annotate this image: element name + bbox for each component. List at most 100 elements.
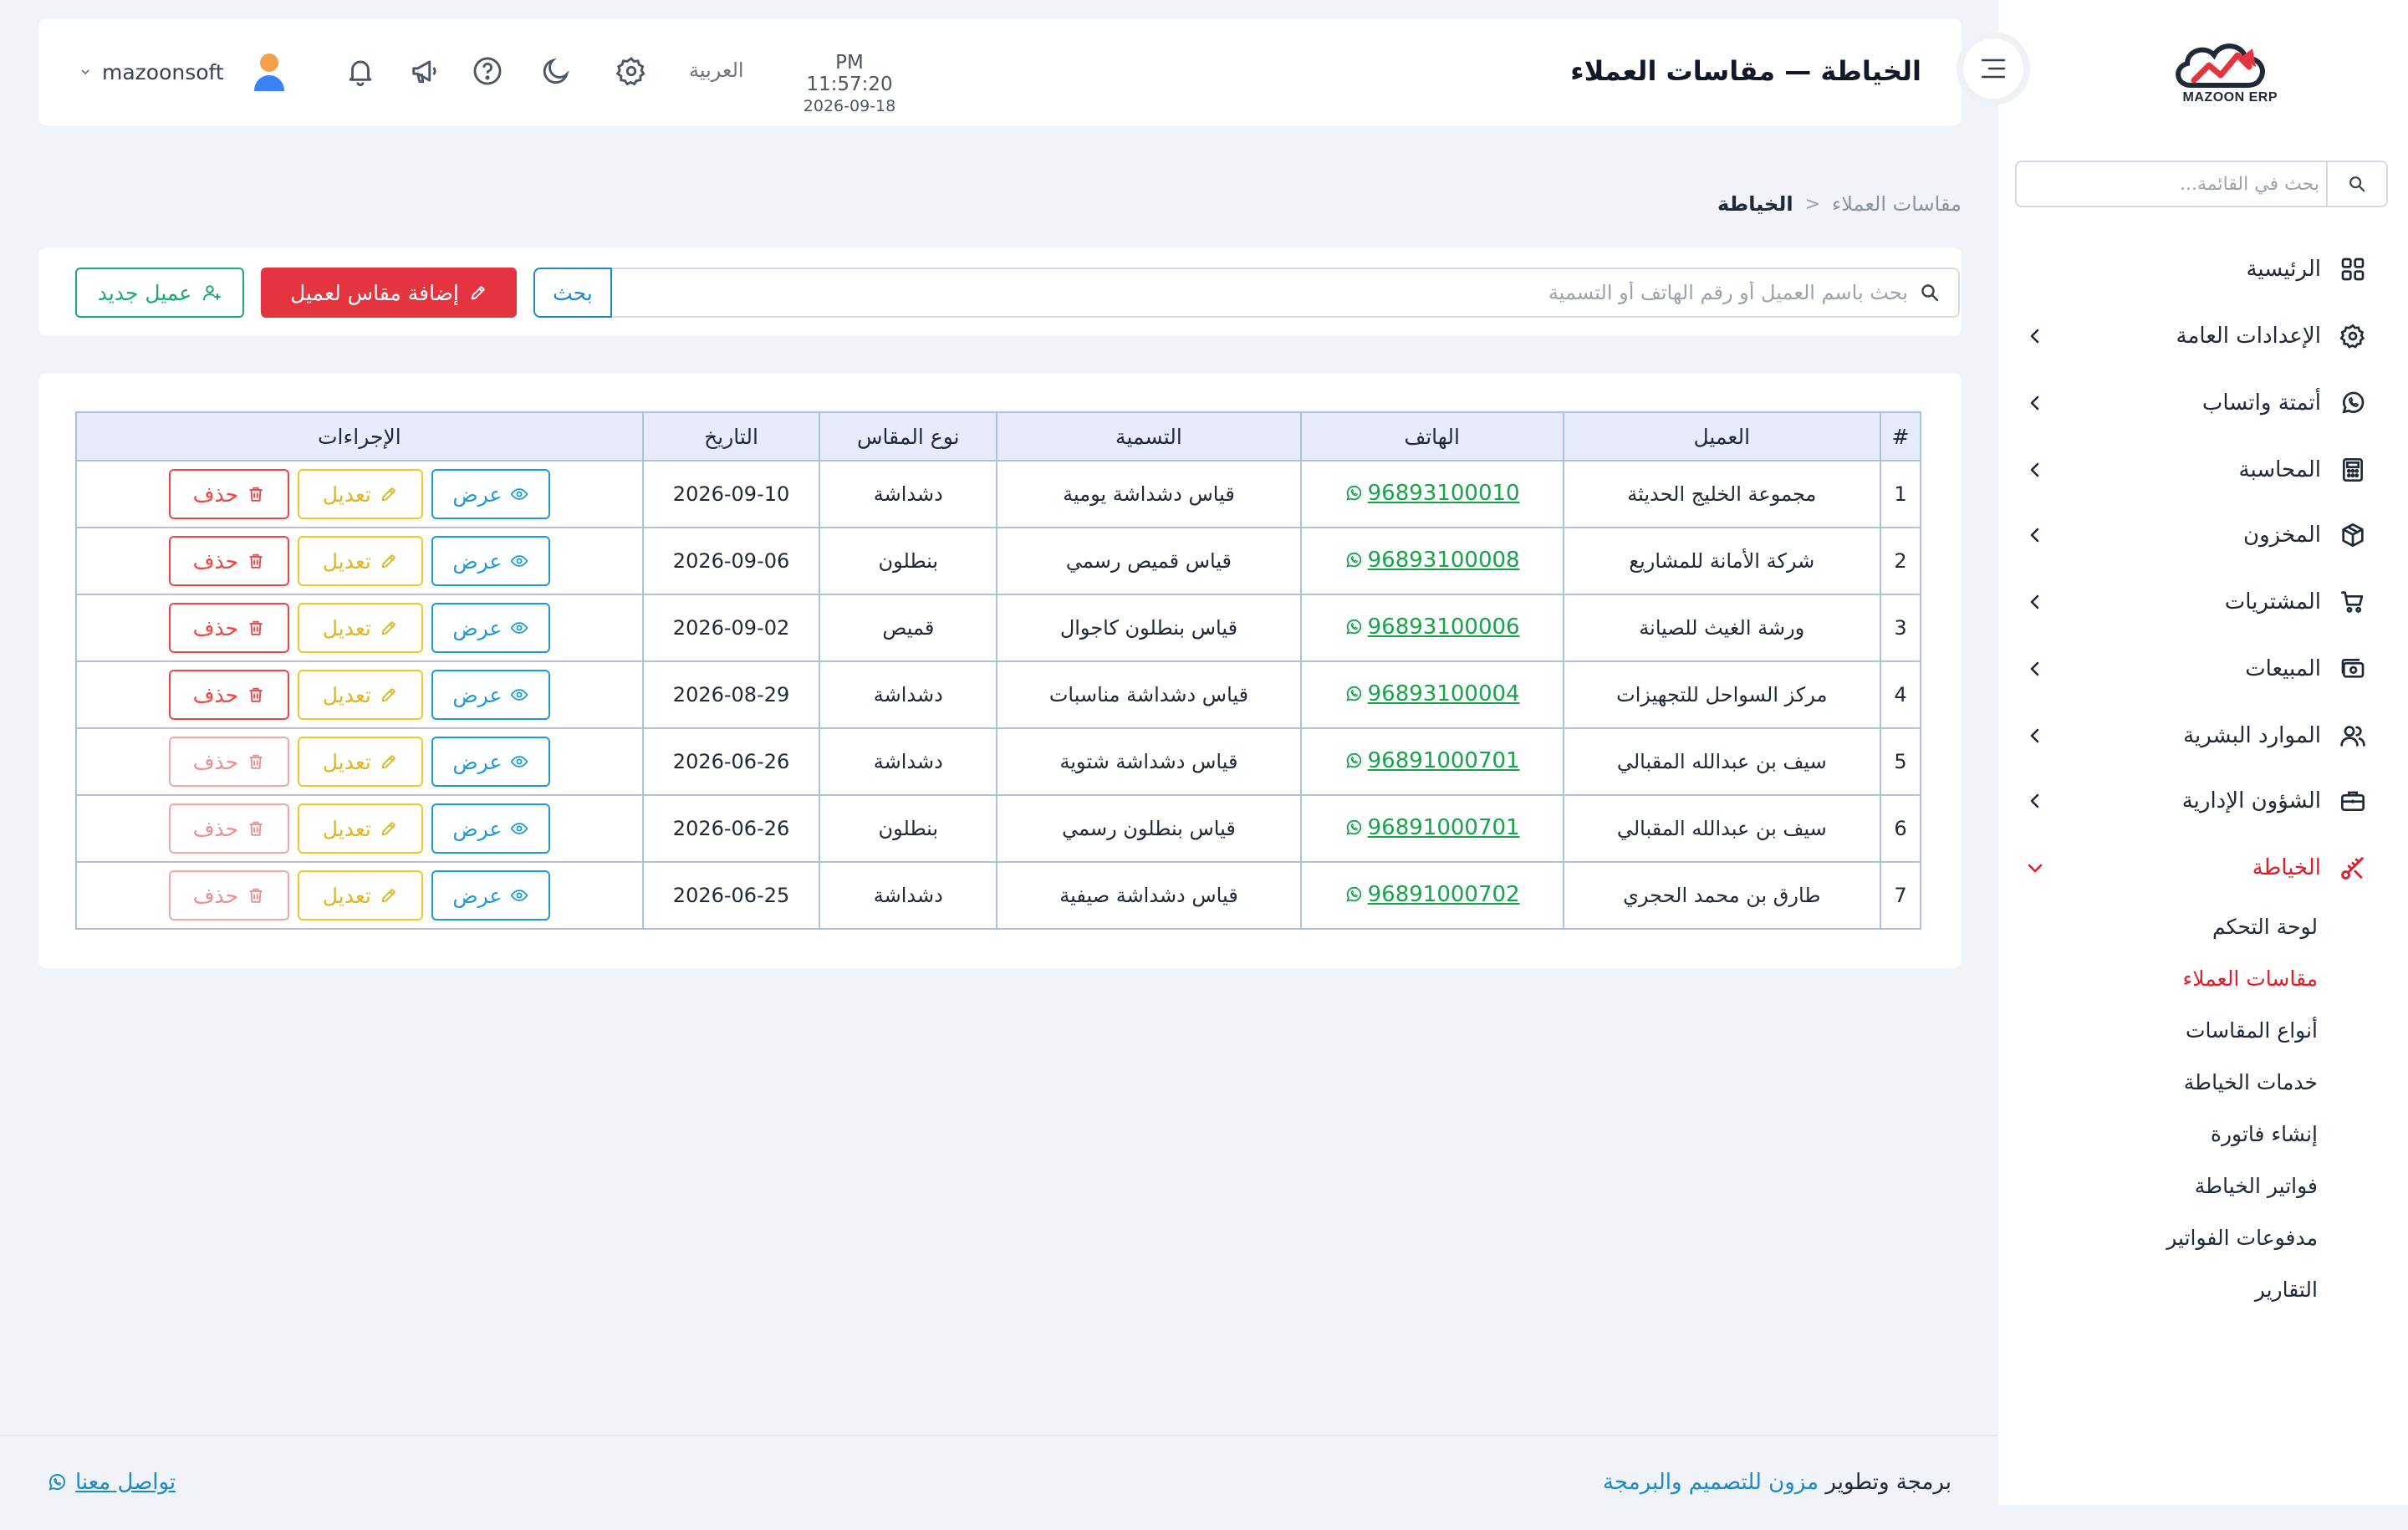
edit-button[interactable]: تعديل [297,536,423,586]
column-header-actions: الإجراءات [75,411,644,462]
view-button[interactable]: عرض [431,870,550,921]
phone-link[interactable]: 96891000701 [1344,748,1520,773]
megaphone-icon[interactable] [406,52,445,90]
view-button[interactable]: عرض [431,737,550,787]
submenu-item-measurement-types[interactable]: أنواع المقاسات [2186,1018,2318,1043]
sidebar-item-label: الإعدادات العامة [2176,324,2321,349]
cell-actions: عرض تعديل حذف [75,660,644,729]
sidebar-item-home[interactable]: الرئيسية [2017,244,2368,294]
cell-client: شركة الأمانة للمشاريع [1562,527,1882,595]
delete-button[interactable]: حذف [168,870,289,921]
sidebar-item-label: الخياطة [2252,855,2321,880]
search-button[interactable]: بحث [533,268,612,318]
delete-label: حذف [192,548,239,574]
submenu-item-dashboard[interactable]: لوحة التحكم [2212,915,2318,939]
view-label: عرض [452,749,503,774]
cell-actions: عرض تعديل حذف [75,460,644,528]
edit-label: تعديل [322,749,371,774]
chevron-down-icon [79,65,92,79]
view-label: عرض [452,883,503,908]
cell-name: قياس دشداشة مناسبات [996,660,1302,729]
view-button[interactable]: عرض [431,536,550,586]
view-button[interactable]: عرض [431,670,550,720]
view-button[interactable]: عرض [431,803,550,854]
briefcase-icon [2338,786,2368,816]
bell-icon[interactable] [341,52,380,90]
breadcrumb-root[interactable]: الخياطة [1717,192,1793,216]
sidebar-item-tailoring[interactable]: الخياطة [2017,843,2368,893]
delete-button[interactable]: حذف [168,737,289,787]
sidebar-item-hr[interactable]: الموارد البشرية [2017,711,2368,761]
sidebar-item-settings[interactable]: الإعدادات العامة [2017,311,2368,361]
moon-icon[interactable] [537,52,575,90]
delete-button[interactable]: حذف [168,803,289,854]
table-row: 4 مركز السواحل للتجهيزات 96893100004 قياس د… [75,660,1921,729]
submenu-item-invoice-payments[interactable]: مدفوعات الفواتير [2166,1226,2318,1250]
whatsapp-icon [1344,752,1363,770]
sidebar-search-input[interactable] [2035,162,2319,206]
sidebar-search[interactable] [2015,161,2388,207]
submenu-item-tailoring-invoices[interactable]: فواتير الخياطة [2195,1174,2318,1198]
search-input[interactable] [654,269,1908,316]
submenu-item-create-invoice[interactable]: إنشاء فاتورة [2211,1122,2318,1146]
sidebar-item-sales[interactable]: المبيعات [2017,644,2368,694]
submenu-item-reports[interactable]: التقارير [2255,1278,2318,1302]
pencil-icon [380,886,398,905]
view-button[interactable]: عرض [431,603,550,653]
sidebar-toggle-button[interactable] [1956,32,2030,105]
cell-index: 5 [1880,727,1921,796]
delete-button[interactable]: حذف [168,536,289,586]
phone-link[interactable]: 96891000702 [1344,882,1520,907]
sidebar-item-purchases[interactable]: المشتريات [2017,577,2368,627]
gear-icon[interactable] [612,52,650,90]
footer: برمجة وتطوير مزون للتصميم والبرمجة تواصل… [0,1435,1998,1505]
phone-number: 96891000701 [1367,815,1520,840]
phone-link[interactable]: 96893100006 [1344,615,1520,640]
contact-us-link[interactable]: تواصل معنا [47,1470,176,1495]
phone-link[interactable]: 96893100010 [1344,481,1520,506]
sidebar-item-inventory[interactable]: المخزون [2017,510,2368,560]
edit-button[interactable]: تعديل [297,803,423,854]
new-client-button[interactable]: عميل جديد [75,268,244,318]
search-icon[interactable] [2326,162,2386,206]
cell-index: 4 [1880,660,1921,729]
phone-number: 96893100010 [1367,481,1520,506]
cell-date: 2026-08-29 [641,660,821,729]
add-measurement-button[interactable]: إضافة مقاس لعميل [261,268,517,318]
delete-button[interactable]: حذف [168,670,289,720]
language-switch[interactable]: العربية [689,59,744,82]
edit-button[interactable]: تعديل [297,737,423,787]
view-button[interactable]: عرض [431,469,550,519]
delete-button[interactable]: حذف [168,603,289,653]
sidebar-item-whatsapp[interactable]: أتمتة واتساب [2017,378,2368,428]
edit-button[interactable]: تعديل [297,469,423,519]
edit-button[interactable]: تعديل [297,603,423,653]
edit-label: تعديل [322,615,371,640]
phone-link[interactable]: 96893100004 [1344,681,1520,706]
delete-button[interactable]: حذف [168,469,289,519]
search-field[interactable] [610,268,1960,318]
phone-link[interactable]: 96893100008 [1344,548,1520,573]
cell-name: قياس دشداشة يومية [996,460,1302,528]
footer-credit-prefix: برمجة وتطوير [1825,1470,1951,1495]
submenu-item-tailoring-services[interactable]: خدمات الخياطة [2184,1070,2318,1094]
edit-button[interactable]: تعديل [297,670,423,720]
phone-link[interactable]: 96891000701 [1344,815,1520,840]
cell-phone: 96891000701 [1299,794,1564,863]
clock-time: PM 11:57:20 [806,52,893,95]
cell-type: دشداشة [819,660,998,729]
submenu-item-client-measurements[interactable]: مقاسات العملاء [2183,966,2318,991]
gear-icon [2338,321,2368,351]
edit-label: تعديل [322,883,371,908]
sidebar-item-admin[interactable]: الشؤون الإدارية [2017,776,2368,826]
footer-credit-link[interactable]: مزون للتصميم والبرمجة [1603,1470,1819,1495]
chevron-left-icon [2025,460,2045,480]
clock-date: 2026-09-18 [803,97,896,115]
user-menu[interactable]: mazoonsoft [79,52,289,92]
help-icon[interactable] [468,52,507,90]
sidebar-item-label: المحاسبة [2238,457,2321,482]
sidebar-item-accounting[interactable]: المحاسبة [2017,445,2368,495]
view-label: عرض [452,615,503,640]
eye-icon [510,686,528,704]
edit-button[interactable]: تعديل [297,870,423,921]
